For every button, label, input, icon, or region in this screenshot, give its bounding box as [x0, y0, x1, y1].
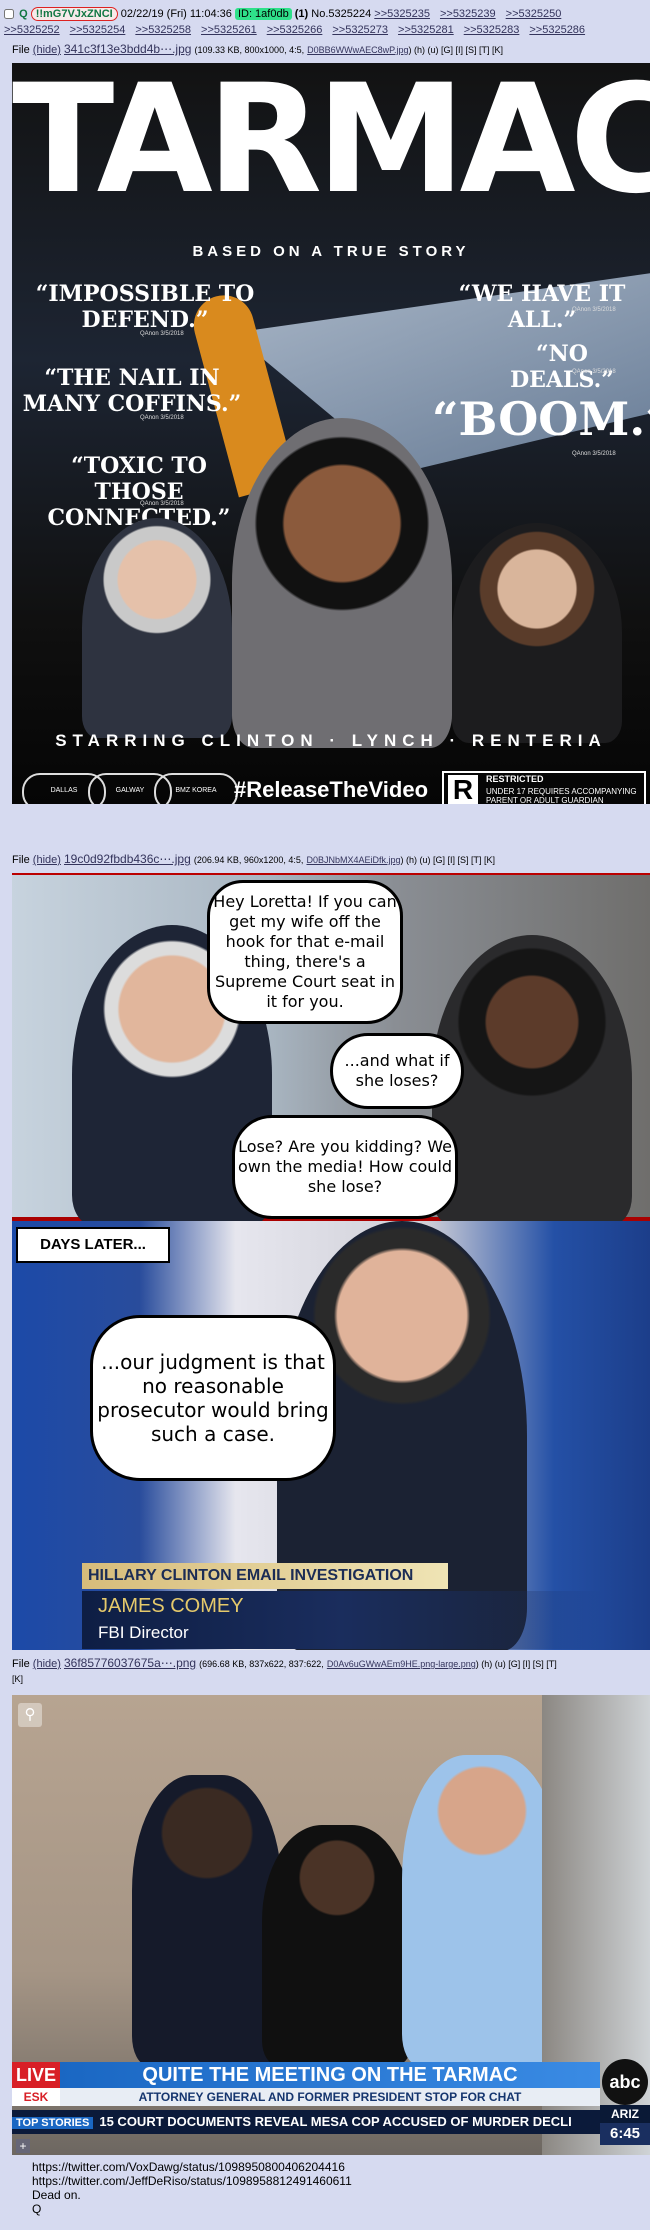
- poster-quote-large: “BOOM.”: [432, 392, 650, 446]
- backlink[interactable]: >>5325254: [70, 24, 126, 36]
- news-ticker: TOP STORIES 15 COURT DOCUMENTS REVEAL MES…: [12, 2110, 600, 2134]
- rating-title: RESTRICTED: [486, 774, 544, 784]
- post-text: Dead on.: [32, 2188, 81, 2202]
- backlink[interactable]: >>5325283: [464, 24, 520, 36]
- file-tools[interactable]: ) (h) (u) [G] [I] [S] [T] [K]: [401, 855, 496, 865]
- poster-credits: STARRING CLINTON · LYNCH · RENTERIA: [55, 731, 607, 750]
- speech-bubble: Hey Loretta! If you can get my wife off …: [207, 880, 403, 1024]
- post-number[interactable]: No.5325224: [311, 8, 371, 20]
- person-right: [452, 523, 622, 743]
- laurel-badge: BMZ KOREA: [154, 773, 238, 804]
- post-header: Q !!mG7VJxZNCI 02/22/19 (Fri) 11:04:36 I…: [4, 6, 644, 38]
- quote-attribution: QAnon 3/5/2018: [140, 415, 184, 421]
- file-tools[interactable]: ) (h) (u) [G] [I] [S] [T] [K]: [409, 45, 504, 55]
- file-meta: (696.68 KB, 837x622, 837:622,: [199, 1659, 324, 1669]
- backlink[interactable]: >>5325286: [529, 24, 585, 36]
- rating-text: UNDER 17 REQUIRES ACCOMPANYING PARENT OR…: [486, 787, 637, 804]
- lower-third-name-box: JAMES COMEY FBI Director: [82, 1591, 602, 1649]
- backlink[interactable]: >>5325273: [332, 24, 388, 36]
- person-center: [232, 418, 452, 748]
- ticker-label: TOP STORIES: [12, 2117, 94, 2129]
- poster-quote: “THE NAIL IN MANY COFFINS.”: [22, 365, 242, 417]
- tweet-link[interactable]: https://twitter.com/JeffDeRiso/status/10…: [32, 2174, 352, 2188]
- poster-hashtag: #ReleaseTheVideo: [234, 777, 429, 802]
- poster-quote: “TOXIC TO THOSE CONNECTED.”: [47, 453, 231, 531]
- officer-figure: [132, 1775, 282, 2065]
- woman-figure: [262, 1825, 412, 2065]
- lower-third-title: HILLARY CLINTON EMAIL INVESTIGATION: [82, 1563, 448, 1589]
- backlink[interactable]: >>5325258: [135, 24, 191, 36]
- network-logo: abc: [602, 2059, 648, 2105]
- rating-letter: R: [448, 775, 478, 804]
- person-left: [82, 518, 232, 738]
- file-name-link[interactable]: 19c0d92fbdb436c⋯.jpg: [64, 852, 191, 866]
- post-select-checkbox[interactable]: [4, 9, 14, 20]
- file-meta: (206.94 KB, 960x1200, 4:5,: [193, 855, 304, 865]
- news-image[interactable]: ⚲ LIVE ESK QUITE THE MEETING ON THE TARM…: [12, 1695, 650, 2155]
- quote-attribution: QAnon 3/5/2018: [140, 331, 184, 337]
- magnify-icon[interactable]: ⚲: [18, 1703, 42, 1727]
- post-name: Q: [19, 8, 28, 20]
- backlink[interactable]: >>5325235: [374, 8, 430, 20]
- speech-bubble: Lose? Are you kidding? We own the media!…: [232, 1115, 458, 1219]
- clock: 6:45: [600, 2123, 650, 2145]
- speech-bubble: ...our judgment is that no reasonable pr…: [90, 1315, 336, 1481]
- backlink[interactable]: >>5325281: [398, 24, 454, 36]
- post-body: https://twitter.com/VoxDawg/status/10989…: [32, 2160, 352, 2216]
- file-name-link[interactable]: 36f85776037675a⋯.png: [64, 1656, 196, 1670]
- quote-attribution: QAnon 3/5/2018: [572, 307, 616, 313]
- news-subhead: ATTORNEY GENERAL AND FORMER PRESIDENT ST…: [60, 2088, 600, 2106]
- tweet-link[interactable]: https://twitter.com/VoxDawg/status/10989…: [32, 2160, 352, 2174]
- region-label: ARIZ: [600, 2105, 650, 2123]
- poster-quote: “NO DEALS.”: [510, 341, 614, 393]
- file-info-2: File (hide) 19c0d92fbdb436c⋯.jpg (206.94…: [12, 852, 642, 866]
- lower-third-role: FBI Director: [98, 1623, 189, 1642]
- file-label: File: [12, 1658, 30, 1670]
- poster-id[interactable]: ID: 1af0db: [234, 8, 292, 20]
- poster-title: TARMAC: [12, 63, 650, 227]
- poster-quote: “IMPOSSIBLE TO DEFEND.”: [35, 281, 255, 333]
- hide-file-link[interactable]: (hide): [33, 854, 61, 866]
- original-filename-link[interactable]: D0BJNbMX4AEiDfk.jpg: [306, 855, 400, 865]
- poster-image[interactable]: TARMAC BASED ON A TRUE STORY “IMPOSSIBLE…: [12, 63, 650, 804]
- hide-file-link[interactable]: (hide): [33, 44, 61, 56]
- backlink[interactable]: >>5325239: [440, 8, 496, 20]
- original-filename-link[interactable]: D0BB6WWwAEC8wP.jpg: [307, 45, 408, 55]
- live-badge: LIVE: [12, 2062, 60, 2088]
- man-figure: [402, 1755, 562, 2065]
- speech-bubble: ...and what if she loses?: [330, 1033, 464, 1109]
- file-tools[interactable]: [K]: [12, 1674, 23, 1684]
- quote-attribution: QAnon 3/5/2018: [572, 451, 616, 457]
- quote-attribution: QAnon 3/5/2018: [140, 501, 184, 507]
- expand-icon[interactable]: +: [16, 2139, 30, 2153]
- file-meta: (109.33 KB, 800x1000, 4:5,: [194, 45, 305, 55]
- hide-file-link[interactable]: (hide): [33, 1658, 61, 1670]
- ticker-text: 15 COURT DOCUMENTS REVEAL MESA COP ACCUS…: [99, 2114, 572, 2129]
- rating-box: R RESTRICTED UNDER 17 REQUIRES ACCOMPANY…: [442, 771, 646, 804]
- backlink[interactable]: >>5325252: [4, 24, 60, 36]
- file-info-3: File (hide) 36f85776037675a⋯.png (696.68…: [12, 1656, 642, 1687]
- poster-tagline: BASED ON A TRUE STORY: [192, 243, 470, 260]
- file-label: File: [12, 854, 30, 866]
- lower-third-name: JAMES COMEY: [98, 1595, 244, 1617]
- tripcode: !!mG7VJxZNCI: [30, 7, 118, 21]
- quote-attribution: QAnon 3/5/2018: [572, 369, 616, 375]
- file-label: File: [12, 44, 30, 56]
- original-filename-link[interactable]: D0Av6uGWwAEm9HE.png-large.png: [327, 1659, 476, 1669]
- post-signature: Q: [32, 2202, 42, 2216]
- file-tools[interactable]: ) (h) (u) [G] [I] [S] [T]: [476, 1659, 557, 1669]
- caption-box: DAYS LATER...: [16, 1227, 170, 1263]
- backlink[interactable]: >>5325250: [506, 8, 562, 20]
- news-headline: QUITE THE MEETING ON THE TARMAC: [60, 2062, 600, 2088]
- backlink[interactable]: >>5325266: [267, 24, 323, 36]
- file-info-1: File (hide) 341c3f13e3bdd4b⋯.jpg (109.33…: [12, 42, 642, 56]
- file-name-link[interactable]: 341c3f13e3bdd4b⋯.jpg: [64, 42, 191, 56]
- id-count: (1): [294, 8, 309, 20]
- desk-label: ESK: [12, 2088, 60, 2106]
- post-date: 02/22/19 (Fri) 11:04:36: [120, 8, 232, 20]
- backlink[interactable]: >>5325261: [201, 24, 257, 36]
- comic-image[interactable]: Hey Loretta! If you can get my wife off …: [12, 873, 650, 1650]
